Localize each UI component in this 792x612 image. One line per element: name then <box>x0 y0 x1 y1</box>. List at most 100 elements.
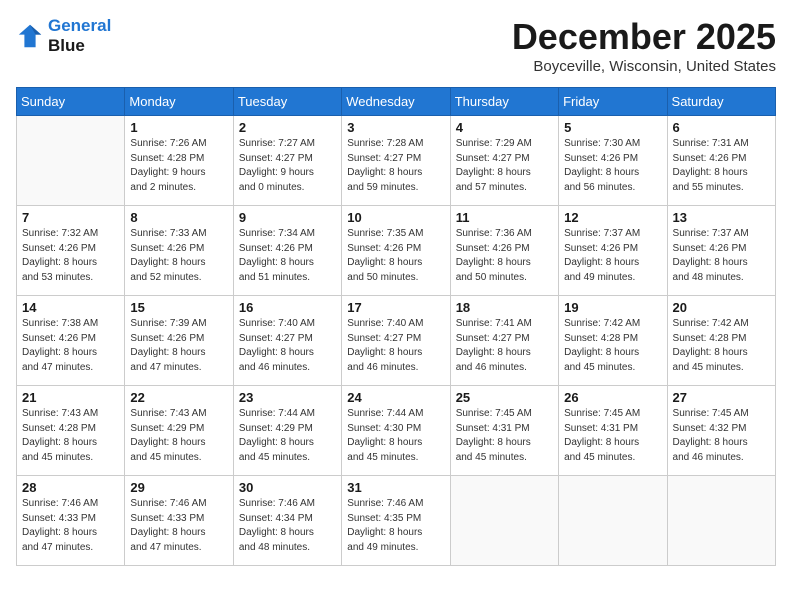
day-info: Sunrise: 7:46 AMSunset: 4:34 PMDaylight:… <box>239 497 336 555</box>
month-title: December 2025 <box>512 16 776 58</box>
day-cell: 30Sunrise: 7:46 AMSunset: 4:34 PMDayligh… <box>233 476 341 566</box>
day-number: 20 <box>673 300 770 315</box>
day-info: Sunrise: 7:43 AMSunset: 4:29 PMDaylight:… <box>130 407 227 465</box>
day-info: Sunrise: 7:26 AMSunset: 4:28 PMDaylight:… <box>130 137 227 195</box>
day-number: 6 <box>673 120 770 135</box>
day-cell: 23 Sunrise: 7:44 AMSunset: 4:29 PMDayligh… <box>233 386 341 476</box>
day-number: 8 <box>130 210 227 225</box>
day-cell <box>559 476 667 566</box>
day-info: Sunrise: 7:31 AMSunset: 4:26 PMDaylight:… <box>673 137 770 195</box>
day-number: 5 <box>564 120 661 135</box>
day-info: Sunrise: 7:41 AMSunset: 4:27 PMDaylight:… <box>456 317 553 375</box>
week-row: 28Sunrise: 7:46 AMSunset: 4:33 PMDayligh… <box>17 476 776 566</box>
day-cell: 24 Sunrise: 7:44 AMSunset: 4:30 PMDayligh… <box>342 386 450 476</box>
logo-text: General Blue <box>48 16 111 56</box>
day-info: Sunrise: 7:29 AMSunset: 4:27 PMDaylight:… <box>456 137 553 195</box>
day-number: 12 <box>564 210 661 225</box>
week-row: 1 Sunrise: 7:26 AMSunset: 4:28 PMDaylight… <box>17 116 776 206</box>
day-number: 9 <box>239 210 336 225</box>
weekday-header: Friday <box>559 88 667 116</box>
day-number: 14 <box>22 300 119 315</box>
day-cell <box>450 476 558 566</box>
day-number: 22 <box>130 390 227 405</box>
day-number: 13 <box>673 210 770 225</box>
day-cell: 5 Sunrise: 7:30 AMSunset: 4:26 PMDaylight… <box>559 116 667 206</box>
day-cell: 10Sunrise: 7:35 AMSunset: 4:26 PMDayligh… <box>342 206 450 296</box>
weekday-header: Monday <box>125 88 233 116</box>
week-row: 7 Sunrise: 7:32 AMSunset: 4:26 PMDaylight… <box>17 206 776 296</box>
day-cell: 1 Sunrise: 7:26 AMSunset: 4:28 PMDaylight… <box>125 116 233 206</box>
day-number: 16 <box>239 300 336 315</box>
day-cell: 28Sunrise: 7:46 AMSunset: 4:33 PMDayligh… <box>17 476 125 566</box>
weekday-header: Tuesday <box>233 88 341 116</box>
logo-icon <box>16 22 44 50</box>
week-row: 14 Sunrise: 7:38 AMSunset: 4:26 PMDayligh… <box>17 296 776 386</box>
day-number: 18 <box>456 300 553 315</box>
day-cell: 12 Sunrise: 7:37 AMSunset: 4:26 PMDayligh… <box>559 206 667 296</box>
week-row: 21 Sunrise: 7:43 AMSunset: 4:28 PMDayligh… <box>17 386 776 476</box>
day-cell: 13 Sunrise: 7:37 AMSunset: 4:26 PMDayligh… <box>667 206 775 296</box>
day-cell: 3 Sunrise: 7:28 AMSunset: 4:27 PMDaylight… <box>342 116 450 206</box>
day-cell: 4 Sunrise: 7:29 AMSunset: 4:27 PMDaylight… <box>450 116 558 206</box>
day-info: Sunrise: 7:37 AMSunset: 4:26 PMDaylight:… <box>564 227 661 285</box>
day-info: Sunrise: 7:40 AMSunset: 4:27 PMDaylight:… <box>347 317 444 375</box>
day-cell: 31Sunrise: 7:46 AMSunset: 4:35 PMDayligh… <box>342 476 450 566</box>
day-number: 24 <box>347 390 444 405</box>
day-number: 25 <box>456 390 553 405</box>
day-number: 4 <box>456 120 553 135</box>
day-cell: 15 Sunrise: 7:39 AMSunset: 4:26 PMDayligh… <box>125 296 233 386</box>
day-cell: 16 Sunrise: 7:40 AMSunset: 4:27 PMDayligh… <box>233 296 341 386</box>
day-cell: 6 Sunrise: 7:31 AMSunset: 4:26 PMDaylight… <box>667 116 775 206</box>
day-info: Sunrise: 7:46 AMSunset: 4:33 PMDaylight:… <box>22 497 119 555</box>
day-cell: 2 Sunrise: 7:27 AMSunset: 4:27 PMDaylight… <box>233 116 341 206</box>
day-info: Sunrise: 7:37 AMSunset: 4:26 PMDaylight:… <box>673 227 770 285</box>
day-cell <box>17 116 125 206</box>
day-info: Sunrise: 7:39 AMSunset: 4:26 PMDaylight:… <box>130 317 227 375</box>
day-info: Sunrise: 7:38 AMSunset: 4:26 PMDaylight:… <box>22 317 119 375</box>
day-cell: 29Sunrise: 7:46 AMSunset: 4:33 PMDayligh… <box>125 476 233 566</box>
day-info: Sunrise: 7:27 AMSunset: 4:27 PMDaylight:… <box>239 137 336 195</box>
day-number: 11 <box>456 210 553 225</box>
day-number: 27 <box>673 390 770 405</box>
day-cell: 26 Sunrise: 7:45 AMSunset: 4:31 PMDayligh… <box>559 386 667 476</box>
weekday-header-row: SundayMondayTuesdayWednesdayThursdayFrid… <box>17 88 776 116</box>
weekday-header: Sunday <box>17 88 125 116</box>
day-cell: 22 Sunrise: 7:43 AMSunset: 4:29 PMDayligh… <box>125 386 233 476</box>
logo: General Blue <box>16 16 111 56</box>
day-number: 19 <box>564 300 661 315</box>
day-cell: 20 Sunrise: 7:42 AMSunset: 4:28 PMDayligh… <box>667 296 775 386</box>
day-info: Sunrise: 7:42 AMSunset: 4:28 PMDaylight:… <box>673 317 770 375</box>
day-info: Sunrise: 7:43 AMSunset: 4:28 PMDaylight:… <box>22 407 119 465</box>
day-number: 15 <box>130 300 227 315</box>
day-info: Sunrise: 7:45 AMSunset: 4:31 PMDaylight:… <box>564 407 661 465</box>
page-header: General Blue December 2025 Boyceville, W… <box>16 16 776 75</box>
day-info: Sunrise: 7:34 AMSunset: 4:26 PMDaylight:… <box>239 227 336 285</box>
day-number: 1 <box>130 120 227 135</box>
day-cell: 18 Sunrise: 7:41 AMSunset: 4:27 PMDayligh… <box>450 296 558 386</box>
day-number: 26 <box>564 390 661 405</box>
day-info: Sunrise: 7:46 AMSunset: 4:33 PMDaylight:… <box>130 497 227 555</box>
day-info: Sunrise: 7:28 AMSunset: 4:27 PMDaylight:… <box>347 137 444 195</box>
day-number: 17 <box>347 300 444 315</box>
day-cell: 25Sunrise: 7:45 AMSunset: 4:31 PMDayligh… <box>450 386 558 476</box>
day-info: Sunrise: 7:44 AMSunset: 4:30 PMDaylight:… <box>347 407 444 465</box>
calendar-table: SundayMondayTuesdayWednesdayThursdayFrid… <box>16 87 776 566</box>
location: Boyceville, Wisconsin, United States <box>512 58 776 75</box>
day-info: Sunrise: 7:40 AMSunset: 4:27 PMDaylight:… <box>239 317 336 375</box>
day-info: Sunrise: 7:44 AMSunset: 4:29 PMDaylight:… <box>239 407 336 465</box>
day-info: Sunrise: 7:46 AMSunset: 4:35 PMDaylight:… <box>347 497 444 555</box>
day-cell <box>667 476 775 566</box>
day-number: 3 <box>347 120 444 135</box>
day-info: Sunrise: 7:32 AMSunset: 4:26 PMDaylight:… <box>22 227 119 285</box>
day-number: 23 <box>239 390 336 405</box>
day-cell: 8Sunrise: 7:33 AMSunset: 4:26 PMDaylight… <box>125 206 233 296</box>
weekday-header: Saturday <box>667 88 775 116</box>
day-cell: 7 Sunrise: 7:32 AMSunset: 4:26 PMDaylight… <box>17 206 125 296</box>
day-number: 7 <box>22 210 119 225</box>
day-number: 21 <box>22 390 119 405</box>
day-info: Sunrise: 7:30 AMSunset: 4:26 PMDaylight:… <box>564 137 661 195</box>
day-cell: 19Sunrise: 7:42 AMSunset: 4:28 PMDayligh… <box>559 296 667 386</box>
weekday-header: Thursday <box>450 88 558 116</box>
day-number: 2 <box>239 120 336 135</box>
day-cell: 17 Sunrise: 7:40 AMSunset: 4:27 PMDayligh… <box>342 296 450 386</box>
